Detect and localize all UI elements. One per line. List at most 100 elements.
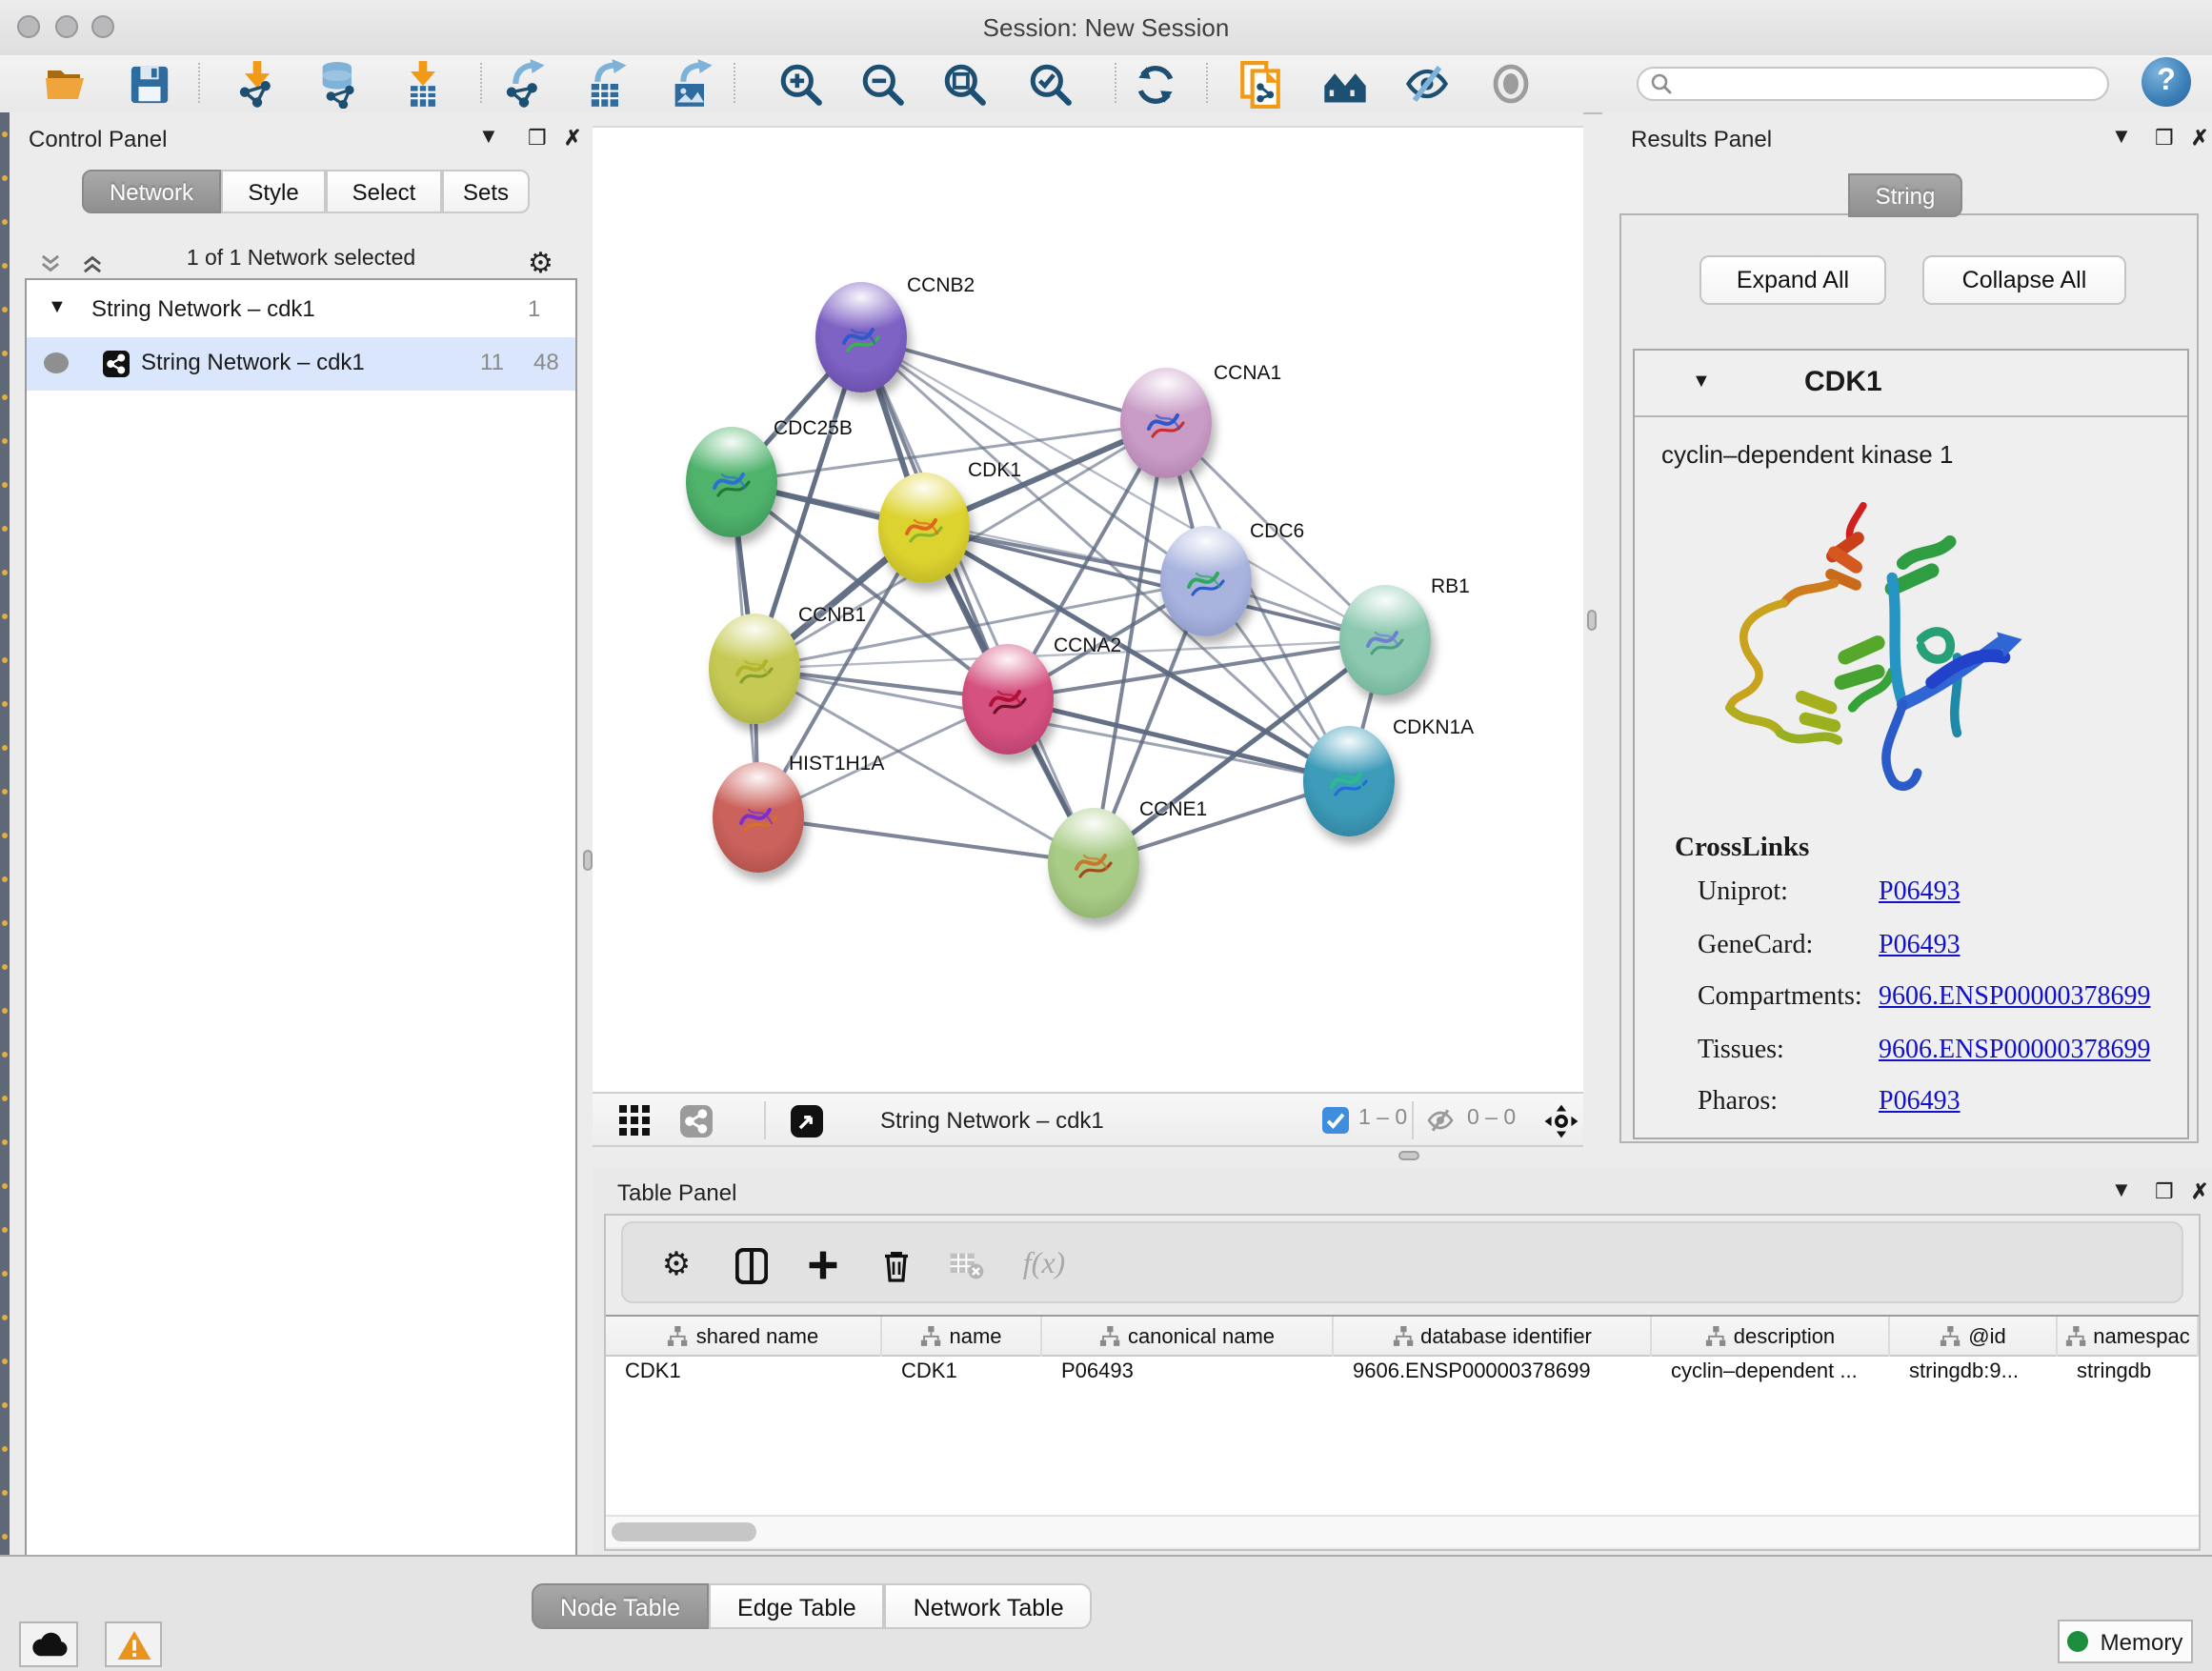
help-button[interactable]: ? (2142, 57, 2191, 107)
warning-status-button[interactable] (105, 1621, 162, 1667)
network-node-cdc25b[interactable] (686, 427, 777, 537)
column-header-canonical-name[interactable]: canonical name (1042, 1317, 1334, 1357)
import-network-from-database-button[interactable] (312, 59, 366, 109)
zoom-in-button[interactable] (774, 59, 827, 109)
function-builder-button[interactable]: f(x) (1019, 1242, 1069, 1288)
column-header-name[interactable]: name (882, 1317, 1042, 1357)
bottom-splitter-handle[interactable] (1398, 1151, 1419, 1160)
first-neighbors-button[interactable] (1318, 59, 1372, 109)
clone-network-button[interactable] (1233, 59, 1286, 109)
network-view-share-icon[interactable] (673, 1099, 718, 1141)
add-column-button[interactable] (798, 1242, 848, 1288)
table-cell[interactable]: stringdb:9... (1890, 1357, 2058, 1389)
memory-button[interactable]: Memory (2058, 1620, 2193, 1663)
panel-menu-icon[interactable]: ▼ (2111, 126, 2132, 149)
result-section-header[interactable]: ▼ CDK1 (1635, 351, 2187, 417)
save-session-button[interactable] (122, 59, 175, 109)
panel-float-icon[interactable]: ❒ (2155, 126, 2174, 151)
network-edge[interactable] (758, 817, 1094, 863)
zoom-fit-button[interactable] (937, 59, 991, 109)
network-node-rb1[interactable] (1339, 585, 1431, 695)
network-node-ccna2[interactable] (962, 644, 1054, 755)
show-columns-button[interactable] (726, 1242, 775, 1288)
column-header-shared-name[interactable]: shared name (606, 1317, 882, 1357)
delete-column-button[interactable] (871, 1242, 920, 1288)
detach-view-icon[interactable] (783, 1099, 829, 1141)
tab-network-table[interactable]: Network Table (885, 1583, 1093, 1629)
crosslink-value-link[interactable]: P06493 (1879, 931, 1961, 961)
column-header--id[interactable]: @id (1890, 1317, 2058, 1357)
table-cell[interactable]: CDK1 (606, 1357, 882, 1389)
gear-icon[interactable]: ⚙ (528, 246, 553, 280)
refresh-view-button[interactable] (1128, 59, 1181, 109)
network-node-hist1h1a[interactable] (713, 762, 804, 873)
move-crosshair-icon[interactable] (1538, 1099, 1583, 1141)
network-node-ccna1[interactable] (1120, 368, 1212, 478)
network-node-ccnb1[interactable] (709, 614, 800, 724)
collection-expander-icon[interactable]: ▼ (48, 297, 67, 318)
table-cell[interactable]: 9606.ENSP00000378699 (1334, 1357, 1652, 1389)
open-session-button[interactable] (38, 59, 91, 109)
tab-string[interactable]: String (1848, 173, 1962, 217)
network-node-ccne1[interactable] (1048, 808, 1139, 918)
search-input[interactable] (1680, 70, 2107, 97)
expand-all-icon[interactable] (80, 252, 105, 276)
expand-all-button[interactable]: Expand All (1699, 255, 1886, 305)
table-row[interactable]: CDK1CDK1P064939606.ENSP00000378699cyclin… (606, 1357, 2199, 1389)
tab-node-table[interactable]: Node Table (532, 1583, 709, 1629)
panel-close-icon[interactable]: ✗ (564, 126, 581, 151)
panel-float-icon[interactable]: ❒ (2155, 1179, 2174, 1204)
right-splitter-handle[interactable] (1587, 610, 1597, 631)
network-node-cdkn1a[interactable] (1303, 726, 1395, 836)
tab-style[interactable]: Style (221, 170, 326, 213)
column-header-description[interactable]: description (1652, 1317, 1890, 1357)
table-cell[interactable]: cyclin–dependent ... (1652, 1357, 1890, 1389)
hidden-eye-slash-icon[interactable] (1425, 1105, 1456, 1136)
network-collection-row[interactable]: ▼ String Network – cdk1 1 (27, 288, 575, 337)
tab-sets[interactable]: Sets (442, 170, 530, 213)
network-edge[interactable] (861, 337, 1094, 863)
export-image-button[interactable] (665, 59, 718, 109)
zoom-out-button[interactable] (855, 59, 909, 109)
panel-menu-icon[interactable]: ▼ (478, 126, 499, 149)
grid-view-icon[interactable] (612, 1099, 657, 1141)
column-header-namespac[interactable]: namespac (2058, 1317, 2199, 1357)
network-node-cdc6[interactable] (1160, 526, 1252, 636)
table-cell[interactable]: stringdb (2058, 1357, 2199, 1389)
export-table-button[interactable] (579, 59, 633, 109)
crosslink-value-link[interactable]: 9606.ENSP00000378699 (1879, 1036, 2150, 1066)
panel-float-icon[interactable]: ❒ (528, 126, 547, 151)
scrollbar-thumb[interactable] (612, 1522, 756, 1541)
zoom-selected-button[interactable] (1023, 59, 1076, 109)
show-all-button[interactable] (1484, 59, 1538, 109)
network-row-selected[interactable]: String Network – cdk1 11 48 (27, 337, 575, 391)
tab-edge-table[interactable]: Edge Table (709, 1583, 885, 1629)
cloud-status-button[interactable] (19, 1621, 78, 1667)
crosslink-value-link[interactable]: P06493 (1879, 878, 1961, 909)
column-header-database-identifier[interactable]: database identifier (1334, 1317, 1652, 1357)
panel-close-icon[interactable]: ✗ (2191, 126, 2208, 151)
selected-checkbox-icon[interactable] (1322, 1107, 1349, 1134)
export-network-button[interactable] (497, 59, 551, 109)
table-cell[interactable]: P06493 (1042, 1357, 1334, 1389)
table-cell[interactable]: CDK1 (882, 1357, 1042, 1389)
delete-table-button[interactable] (941, 1242, 991, 1288)
table-horizontal-scrollbar[interactable] (606, 1515, 2199, 1547)
crosslink-value-link[interactable]: 9606.ENSP00000378699 (1879, 983, 2150, 1014)
import-table-from-file-button[interactable] (396, 59, 450, 109)
network-canvas[interactable]: CCNB2CCNA1CDC25BCDK1CDC6RB1CCNB1CCNA2CDK… (593, 126, 1583, 1092)
collapse-all-icon[interactable] (38, 252, 63, 276)
crosslink-value-link[interactable]: P06493 (1879, 1088, 1961, 1118)
collapse-all-button[interactable]: Collapse All (1922, 255, 2126, 305)
panel-menu-icon[interactable]: ▼ (2111, 1179, 2132, 1202)
tab-select[interactable]: Select (326, 170, 442, 213)
gear-icon[interactable]: ⚙ (652, 1242, 701, 1288)
section-expander-icon[interactable]: ▼ (1692, 372, 1711, 393)
panel-close-icon[interactable]: ✗ (2191, 1179, 2208, 1204)
network-node-cdk1[interactable] (878, 473, 970, 583)
import-network-from-file-button[interactable] (231, 59, 284, 109)
network-node-ccnb2[interactable] (815, 282, 907, 393)
hide-selected-button[interactable] (1400, 59, 1454, 109)
tab-network[interactable]: Network (82, 170, 221, 213)
left-splitter-handle[interactable] (583, 850, 593, 871)
